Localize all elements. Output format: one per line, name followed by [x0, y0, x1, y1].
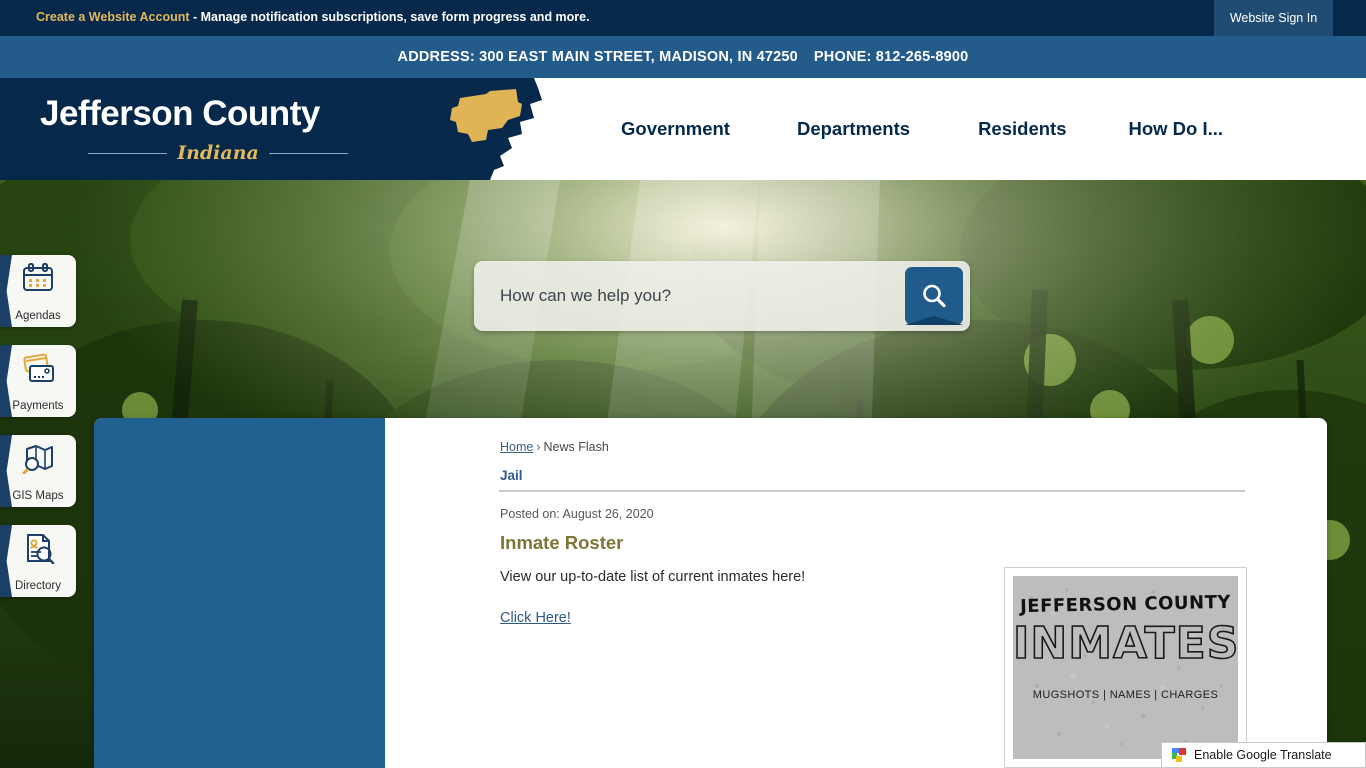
county-map-graphic: [442, 78, 577, 180]
logo-rule-right: [268, 152, 349, 154]
quick-link-agendas[interactable]: Agendas: [0, 255, 76, 327]
site-logo[interactable]: Jefferson County Indiana: [0, 78, 470, 180]
address-phone-bar: ADDRESS: 300 EAST MAIN STREET, MADISON, …: [0, 36, 1366, 78]
credit-card-icon: [23, 353, 54, 382]
breadcrumb-separator: ›: [536, 440, 541, 454]
posted-date: Posted on: August 26, 2020: [500, 507, 654, 521]
google-translate-icon: [1172, 748, 1186, 762]
google-translate-label: Enable Google Translate: [1194, 748, 1332, 762]
map-magnifier-icon: [22, 445, 53, 474]
quick-link-gis-maps[interactable]: GIS Maps: [0, 435, 76, 507]
document-magnifier-icon: [27, 534, 55, 564]
address-phone-text: ADDRESS: 300 EAST MAIN STREET, MADISON, …: [398, 49, 969, 65]
quick-link-label: GIS Maps: [12, 490, 64, 502]
inmate-photo: JEFFERSON COUNTY INMATES MUGSHOTS | NAME…: [1013, 576, 1238, 759]
inmate-image-line3: MUGSHOTS | NAMES | CHARGES: [1032, 689, 1219, 701]
top-utility-bar: Create a Website Account - Manage notifi…: [0, 0, 1366, 36]
article-title: Inmate Roster: [500, 532, 624, 553]
logo-subtitle: Indiana: [177, 142, 259, 164]
quick-link-directory[interactable]: Directory: [0, 525, 76, 597]
breadcrumb-home[interactable]: Home: [500, 440, 533, 454]
phone-text: PHONE: 812-265-8900: [813, 49, 969, 65]
main-navigation: Government Departments Residents How Do …: [600, 78, 1366, 180]
hero-search-input[interactable]: [500, 261, 900, 331]
nav-item-government[interactable]: Government: [621, 118, 730, 140]
nav-item-how-do-i[interactable]: How Do I...: [1128, 118, 1223, 140]
breadcrumb-current: News Flash: [543, 440, 609, 454]
quick-link-label: Payments: [12, 400, 64, 412]
content-card: Home › News Flash Jail Posted on: August 2…: [94, 418, 1327, 768]
create-account-banner: Create a Website Account - Manage notifi…: [36, 10, 590, 24]
content-main: Home › News Flash Jail Posted on: August 2…: [385, 418, 1327, 768]
content-left-panel: [94, 418, 385, 768]
nav-item-residents[interactable]: Residents: [978, 118, 1066, 140]
site-header: Jefferson County Indiana Government Depa…: [0, 78, 1366, 180]
hero-search-button[interactable]: [905, 267, 963, 325]
inmate-roster-image[interactable]: JEFFERSON COUNTY INMATES MUGSHOTS | NAME…: [1004, 567, 1247, 768]
breadcrumb: Home › News Flash: [500, 440, 609, 454]
logo-title: Jefferson County: [40, 94, 320, 133]
create-account-link[interactable]: Create a Website Account: [36, 10, 190, 24]
google-translate-bar[interactable]: Enable Google Translate: [1161, 742, 1366, 768]
hero-search-box: [474, 261, 970, 331]
website-sign-in-button[interactable]: Website Sign In: [1214, 0, 1333, 36]
create-account-tagline: - Manage notification subscriptions, sav…: [189, 10, 590, 24]
article-click-here-link[interactable]: Click Here!: [500, 610, 571, 626]
logo-rule-left: [88, 152, 168, 154]
page-root: Create a Website Account - Manage notifi…: [0, 0, 1366, 768]
quick-link-label: Directory: [14, 580, 61, 592]
news-category-link[interactable]: Jail: [500, 468, 523, 483]
content-divider: [499, 490, 1245, 492]
logo-subtitle-wrap: Indiana: [88, 140, 349, 166]
address-text: ADDRESS: 300 EAST MAIN STREET, MADISON, …: [397, 49, 798, 65]
quick-link-label: Agendas: [15, 310, 61, 322]
search-icon: [923, 284, 946, 308]
quick-links-rail: Agendas Payments GIS Maps Directory: [0, 255, 80, 615]
nav-item-departments[interactable]: Departments: [797, 118, 910, 140]
inmate-image-line2: INMATES: [1013, 617, 1238, 670]
calendar-icon: [23, 263, 53, 291]
quick-link-payments[interactable]: Payments: [0, 345, 76, 417]
